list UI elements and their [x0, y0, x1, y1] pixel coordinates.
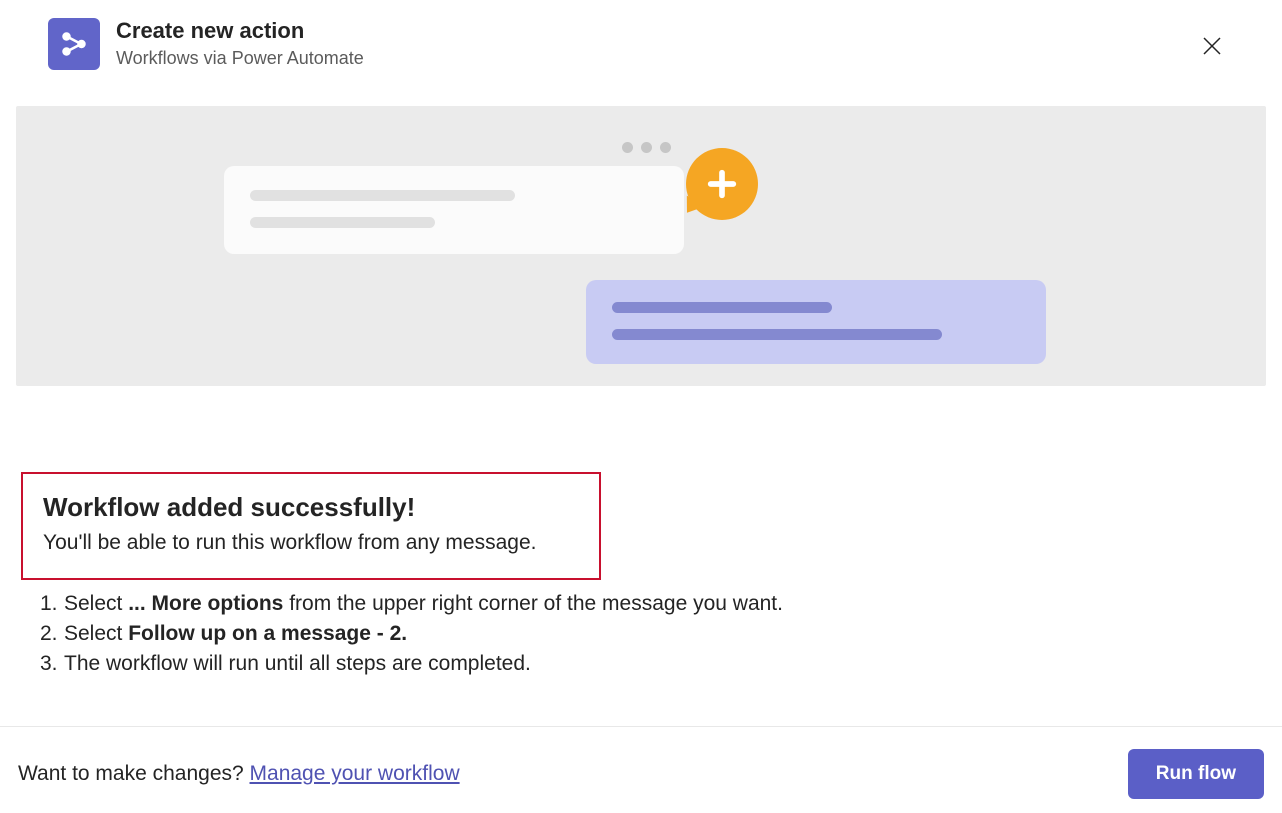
success-subtitle: You'll be able to run this workflow from… [43, 531, 579, 555]
dialog-title: Create new action [116, 18, 1194, 44]
close-button[interactable] [1194, 28, 1230, 64]
dialog-header: Create new action Workflows via Power Au… [0, 0, 1282, 70]
dialog-subtitle: Workflows via Power Automate [116, 48, 1194, 69]
plus-badge-icon [686, 148, 758, 220]
step-1: 1.Select ... More options from the upper… [40, 592, 783, 616]
step-2: 2.Select Follow up on a message - 2. [40, 622, 783, 646]
footer-prompt: Want to make changes? Manage your workfl… [18, 762, 460, 786]
step-3: 3.The workflow will run until all steps … [40, 652, 783, 676]
workflow-app-icon [48, 18, 100, 70]
context-dots-icon [622, 142, 671, 153]
success-title: Workflow added successfully! [43, 492, 579, 523]
illustration-message-light [224, 166, 684, 254]
close-icon [1202, 36, 1222, 56]
illustration-message-purple [586, 280, 1046, 364]
hero-illustration [16, 106, 1266, 386]
run-flow-button[interactable]: Run flow [1128, 749, 1264, 799]
dialog-footer: Want to make changes? Manage your workfl… [0, 726, 1282, 813]
steps-list: 1.Select ... More options from the upper… [40, 592, 783, 682]
manage-workflow-link[interactable]: Manage your workflow [250, 762, 460, 785]
success-highlight: Workflow added successfully! You'll be a… [21, 472, 601, 580]
